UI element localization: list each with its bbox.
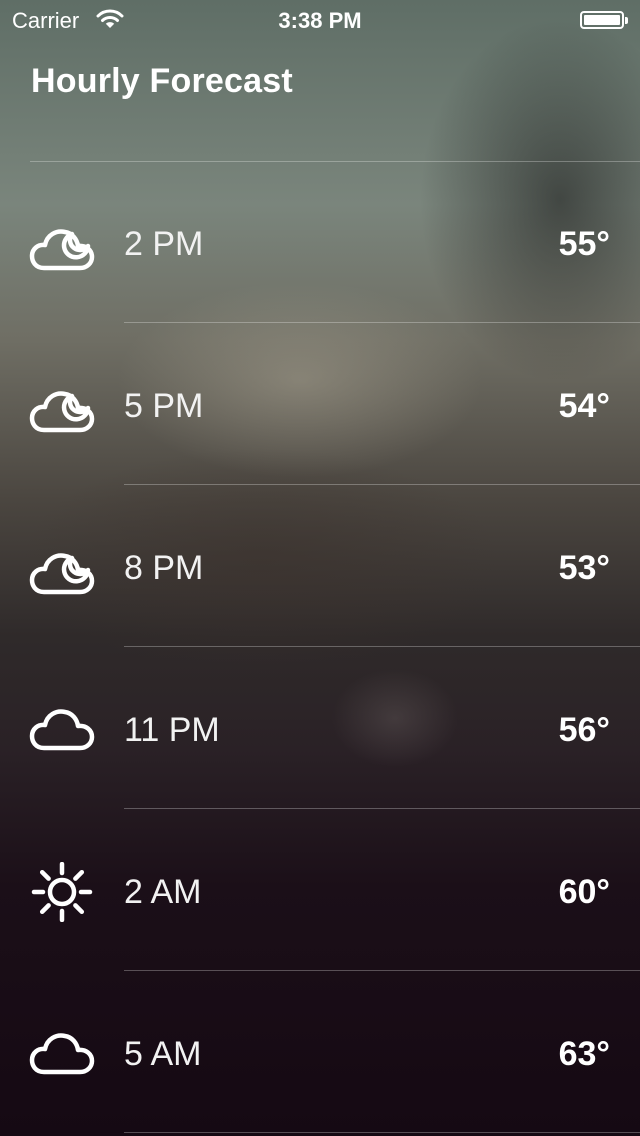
sun-icon [31,862,93,922]
forecast-row: 11 PM 56° [0,647,640,809]
page-title: Hourly Forecast [31,62,293,100]
forecast-row: 2 PM 55° [0,161,640,323]
partly-cloudy-night-icon [29,229,95,271]
cloud-icon [29,709,95,751]
forecast-hour: 8 PM [124,549,204,587]
status-time: 3:38 PM [278,8,362,33]
forecast-row: 2 AM 60° [0,809,640,971]
forecast-hour: 2 AM [124,873,202,911]
cloud-icon [29,1033,95,1075]
forecast-hour: 5 PM [124,387,204,425]
forecast-row: 5 AM 63° [0,971,640,1133]
status-bar: Carrier 3:38 PM [0,0,640,40]
partly-cloudy-night-icon [29,553,95,595]
forecast-hour: 2 PM [124,225,204,263]
partly-cloudy-night-icon [29,391,95,433]
forecast-row: 8 PM 53° [0,485,640,647]
forecast-hour: 5 AM [124,1035,202,1073]
forecast-temperature: 55° [558,225,610,263]
forecast-list: 2 PM 55° 5 PM 54° 8 PM 53° 11 PM 56° 2 A… [0,161,640,1133]
forecast-temperature: 63° [558,1035,610,1073]
forecast-temperature: 60° [558,873,610,911]
forecast-temperature: 56° [558,711,610,749]
divider [124,1132,640,1133]
battery-icon [580,11,628,29]
forecast-temperature: 54° [558,387,610,425]
forecast-row: 5 PM 54° [0,323,640,485]
forecast-temperature: 53° [558,549,610,587]
forecast-hour: 11 PM [124,711,220,749]
